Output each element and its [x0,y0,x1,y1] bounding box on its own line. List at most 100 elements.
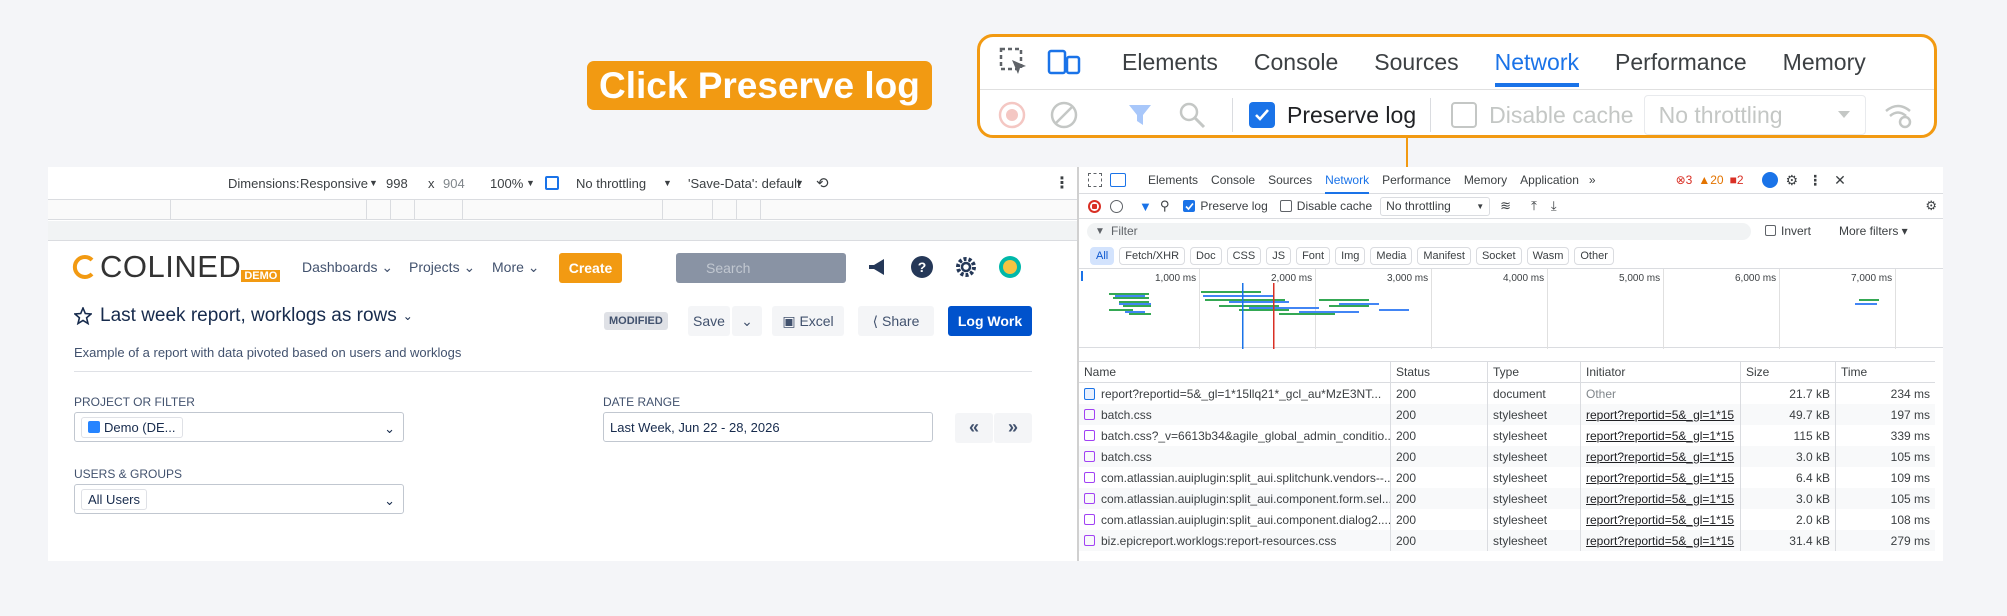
issue-count[interactable]: ■2 [1730,173,1744,187]
help-icon[interactable]: ? [910,255,934,279]
preserve-log-label[interactable]: Preserve log [1200,199,1267,213]
network-overview[interactable]: 1,000 ms 2,000 ms 3,000 ms 4,000 ms 5,00… [1079,268,1943,349]
type-fetch-xhr[interactable]: Fetch/XHR [1119,247,1186,265]
save-options-button[interactable]: ⌄ [732,306,762,336]
invert-checkbox[interactable] [1765,225,1776,236]
close-icon[interactable]: ✕ [1834,172,1846,189]
share-button[interactable]: ⟨ Share [858,306,934,336]
column-type[interactable]: Type [1488,362,1581,382]
throttling-select[interactable]: No throttling [1643,95,1866,135]
nav-projects[interactable]: Projects ⌄ [409,259,475,276]
type-img[interactable]: Img [1335,247,1366,265]
cell-initiator[interactable]: report?reportid=5&_gl=1*15 [1581,488,1741,509]
more-filters-button[interactable]: More filters ▾ [1839,224,1908,238]
zoom-tab-sources[interactable]: Sources [1374,37,1458,87]
preserve-log-checkbox[interactable] [1249,102,1275,128]
device-toolbar-icon[interactable] [1042,44,1086,80]
search-icon[interactable]: ⚲ [1160,198,1170,214]
filter-icon[interactable]: ▼ [1139,199,1152,214]
type-manifest[interactable]: Manifest [1417,247,1471,265]
height-input[interactable]: 904 [443,176,465,191]
create-button[interactable]: Create [559,253,622,283]
tab-network[interactable]: Network [1325,167,1370,194]
import-har-icon[interactable]: ⤒ [1531,198,1537,214]
filter-icon[interactable] [1114,97,1166,133]
width-input[interactable]: 998 [386,176,408,191]
excel-button[interactable]: ▣ Excel [772,306,844,336]
type-doc[interactable]: Doc [1190,247,1222,265]
warning-count[interactable]: ▲20 [1698,173,1723,187]
zoom-select[interactable]: 100% [490,176,523,191]
cell-initiator[interactable]: report?reportid=5&_gl=1*15 [1581,530,1741,551]
chevron-down-icon[interactable]: ⌄ [403,309,413,323]
table-row[interactable]: com.atlassian.auiplugin:split_aui.compon… [1079,509,1935,530]
export-har-icon[interactable]: ⤓ [1551,198,1557,214]
zoom-tab-performance[interactable]: Performance [1615,37,1747,87]
screenshot-icon[interactable] [545,176,559,190]
throttling-select[interactable]: No throttling ▼ [1380,196,1491,216]
tab-sources[interactable]: Sources [1268,167,1312,194]
logo[interactable]: COLINED DEMO [72,249,281,285]
type-media[interactable]: Media [1370,247,1413,265]
disable-cache-checkbox[interactable] [1279,200,1292,212]
type-wasm[interactable]: Wasm [1526,247,1570,265]
nav-more[interactable]: More ⌄ [492,259,540,276]
type-other[interactable]: Other [1574,247,1614,265]
disable-cache-checkbox[interactable] [1451,102,1478,128]
record-icon[interactable] [986,97,1038,133]
gear-icon[interactable]: ⚙ [1786,172,1799,189]
tab-memory[interactable]: Memory [1464,167,1507,194]
table-row[interactable]: report?reportid=5&_gl=1*15llq21*_gcl_au*… [1079,383,1935,404]
zoom-tab-memory[interactable]: Memory [1783,37,1866,87]
log-work-button[interactable]: Log Work [948,306,1032,336]
save-data-select[interactable]: 'Save-Data': default [688,176,801,191]
disable-cache-label[interactable]: Disable cache [1297,199,1372,213]
nav-dashboards[interactable]: Dashboards ⌄ [302,259,393,276]
preserve-log-label[interactable]: Preserve log [1287,102,1416,129]
disable-cache-label[interactable]: Disable cache [1489,102,1633,129]
search-input[interactable]: Search [676,253,846,283]
table-row[interactable]: biz.epicreport.worklogs:report-resources… [1079,530,1935,551]
filter-input[interactable]: ▼ Filter [1087,223,1751,240]
column-size[interactable]: Size [1741,362,1836,382]
save-button[interactable]: Save [688,306,730,336]
dimensions-select[interactable]: Responsive [300,176,368,191]
table-row[interactable]: batch.css 200 stylesheet report?reportid=5&… [1079,404,1935,425]
table-row[interactable]: batch.css 200 stylesheet report?reportid=5&… [1079,446,1935,467]
column-name[interactable]: Name [1079,362,1391,382]
type-css[interactable]: CSS [1226,247,1262,265]
inspect-element-icon[interactable] [992,44,1036,80]
network-conditions-icon[interactable] [1872,97,1924,133]
column-time[interactable]: Time [1836,362,1935,382]
tab-performance[interactable]: Performance [1382,167,1451,194]
network-conditions-icon[interactable]: ≋ [1500,198,1511,214]
users-select[interactable]: All Users ⌄ [74,484,404,514]
project-select[interactable]: Demo (DE... ⌄ [74,412,404,442]
type-all[interactable]: All [1090,247,1115,265]
column-initiator[interactable]: Initiator [1581,362,1741,382]
clear-icon[interactable] [1110,199,1123,213]
invert-label[interactable]: Invert [1781,224,1811,238]
next-range-button[interactable]: » [994,413,1032,443]
megaphone-icon[interactable] [866,255,890,279]
table-row[interactable]: com.atlassian.auiplugin:split_aui.compon… [1079,488,1935,509]
type-js[interactable]: JS [1266,247,1292,265]
cell-initiator[interactable]: report?reportid=5&_gl=1*15 [1581,446,1741,467]
inspect-element-icon[interactable] [1088,173,1102,187]
more-options-icon[interactable]: ⋮ [1808,172,1822,189]
prev-range-button[interactable]: « [955,413,993,443]
zoom-tab-network[interactable]: Network [1494,37,1579,87]
tab-elements[interactable]: Elements [1148,167,1198,194]
zoom-tab-elements[interactable]: Elements [1122,37,1218,87]
tab-console[interactable]: Console [1211,167,1255,194]
device-throttling-select[interactable]: No throttling [576,176,646,191]
cell-initiator[interactable]: report?reportid=5&_gl=1*15 [1581,404,1741,425]
error-count[interactable]: ⊗3 [1676,173,1693,187]
type-socket[interactable]: Socket [1475,247,1522,265]
table-row[interactable]: batch.css?_v=6613b34&agile_global_admin_… [1079,425,1935,446]
more-tabs-icon[interactable]: » [1589,167,1596,194]
clear-icon[interactable] [1038,97,1090,133]
device-toolbar-icon[interactable] [1110,173,1126,187]
star-icon[interactable] [74,307,92,325]
cell-initiator[interactable]: report?reportid=5&_gl=1*15 [1581,509,1741,530]
